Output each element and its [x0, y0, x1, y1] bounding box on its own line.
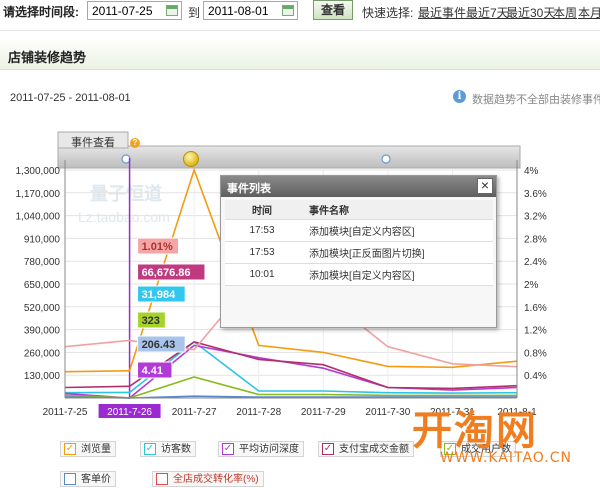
y-tick-label-left: 390,000	[24, 326, 61, 337]
panel-title: 店铺装修趋势	[8, 50, 87, 65]
legend-label: 全店成交转化率(%)	[173, 474, 259, 485]
y-tick-label-left: 520,000	[24, 303, 61, 314]
calendar-icon[interactable]	[166, 5, 178, 16]
trend-note: 数据趋势不全部由装修事件	[472, 94, 600, 106]
legend-label: 支付宝成交金额	[339, 444, 409, 455]
event-name: 添加模块[自定义内容区]	[299, 219, 493, 242]
end-date-value: 2011-08-01	[208, 4, 269, 18]
info-icon: i	[453, 90, 466, 103]
event-knob	[183, 151, 199, 167]
table-row[interactable]: 17:53 添加模块[自定义内容区]	[225, 219, 493, 242]
legend-label: 客单价	[81, 474, 111, 485]
table-header-row: 时间 事件名称	[225, 200, 493, 220]
y-tick-label-left: 1,040,000	[16, 212, 61, 223]
event-list-popup: 事件列表 × 时间 事件名称 17:53 添加模块[自定义内容区] 17:53 …	[220, 175, 497, 328]
legend-item[interactable]: 客单价	[60, 471, 116, 487]
event-time: 17:53	[225, 241, 299, 264]
quick-select-label: 快速选择:	[362, 6, 414, 20]
watermark-logo-text: 开淘网	[412, 408, 538, 454]
y-tick-label-left: 1,170,000	[16, 189, 61, 200]
y-tick-label-right: 1.6%	[524, 303, 547, 314]
popup-title: 事件列表	[221, 176, 496, 197]
y-tick-label-right: 4%	[524, 166, 539, 177]
y-tick-label-left: 1,300,000	[16, 166, 61, 177]
y-tick-label-right: 0.8%	[524, 348, 547, 359]
quick-link-this-week[interactable]: 本周	[553, 4, 577, 21]
y-tick-label-right: 1.2%	[524, 326, 547, 337]
y-tick-label-left: 260,000	[24, 348, 61, 359]
y-tick-label-right: 3.6%	[524, 189, 547, 200]
y-tick-label-left: 650,000	[24, 280, 61, 291]
legend-label: 浏览量	[81, 444, 111, 455]
y-tick-label-right: 0.4%	[524, 371, 547, 382]
site-watermark: 开淘网 WWW.KAITAO.CN	[400, 398, 600, 484]
event-name: 添加模块[正反面图片切换]	[299, 241, 493, 264]
query-button[interactable]: 查看	[313, 0, 353, 20]
y-tick-label-left: 910,000	[24, 234, 61, 245]
close-icon[interactable]: ×	[477, 178, 493, 194]
quick-link-last-30-days[interactable]: 最近30天	[506, 4, 555, 21]
point-label: 206.43	[142, 339, 176, 351]
quick-link-this-month[interactable]: 本月	[578, 4, 600, 21]
x-tick-label: 2011-7-29	[301, 407, 346, 418]
legend-checkbox[interactable]	[156, 473, 168, 485]
legend-checkbox[interactable]: ✓	[322, 443, 334, 455]
event-time: 10:01	[225, 263, 299, 286]
y-tick-label-left: 130,000	[24, 371, 61, 382]
calendar-icon[interactable]	[282, 5, 294, 16]
panel-header: 店铺装修趋势	[0, 38, 600, 70]
quick-link-recent-events[interactable]: 最近事件	[418, 4, 466, 21]
divider	[0, 30, 600, 31]
x-tick-label: 2011-7-25	[43, 407, 88, 418]
legend-checkbox[interactable]	[64, 473, 76, 485]
legend-checkbox[interactable]: ✓	[144, 443, 156, 455]
event-marker	[121, 154, 131, 164]
point-label: 1.01%	[142, 241, 173, 253]
legend-label: 访客数	[161, 444, 191, 455]
event-time: 17:53	[225, 219, 299, 242]
event-table: 时间 事件名称 17:53 添加模块[自定义内容区] 17:53 添加模块[正反…	[225, 200, 493, 286]
point-label: 4.41	[142, 365, 163, 377]
legend-checkbox[interactable]: ✓	[222, 443, 234, 455]
event-name: 添加模块[自定义内容区]	[299, 263, 493, 286]
to-label: 到	[188, 6, 201, 20]
filter-bar: 请选择时间段: 2011-07-25 到 2011-08-01 查看 快速选择:…	[0, 0, 600, 22]
legend-checkbox[interactable]: ✓	[64, 443, 76, 455]
watermark-url: WWW.KAITAO.CN	[440, 450, 572, 466]
filter-label: 请选择时间段:	[3, 5, 79, 19]
start-date-input[interactable]: 2011-07-25	[87, 1, 182, 20]
start-date-value: 2011-07-25	[92, 4, 153, 18]
y-tick-label-left: 780,000	[24, 257, 61, 268]
table-row[interactable]: 17:53 添加模块[正反面图片切换]	[225, 241, 493, 264]
y-tick-label-right: 2%	[524, 280, 539, 291]
x-tick-label: 2011-7-27	[172, 407, 217, 418]
y-tick-label-right: 2.8%	[524, 234, 547, 245]
chart-watermark: 量子恒道	[90, 183, 162, 204]
end-date-input[interactable]: 2011-08-01	[203, 1, 298, 20]
y-tick-label-right: 2.4%	[524, 257, 547, 268]
quick-link-last-7-days[interactable]: 最近7天	[466, 4, 509, 21]
col-event-name: 事件名称	[299, 200, 493, 220]
legend-item[interactable]: 全店成交转化率(%)	[152, 471, 264, 487]
point-label: 31,984	[142, 289, 177, 301]
col-time: 时间	[225, 200, 299, 220]
legend-item[interactable]: ✓ 访客数	[140, 441, 196, 457]
date-range-text: 2011-07-25 - 2011-08-01	[10, 92, 131, 104]
help-icon[interactable]: ?	[130, 138, 140, 148]
x-tick-label-selected: 2011-7-26	[107, 407, 152, 418]
point-label: 66,676.86	[142, 267, 191, 279]
event-marker	[381, 154, 391, 164]
legend-item[interactable]: ✓ 浏览量	[60, 441, 116, 457]
legend-item[interactable]: ✓ 平均访问深度	[218, 441, 304, 457]
point-label: 323	[142, 315, 160, 327]
table-row[interactable]: 10:01 添加模块[自定义内容区]	[225, 263, 493, 286]
chart-watermark-url: Lz.taobao.com	[78, 209, 170, 225]
event-bar-label: 事件查看	[71, 137, 115, 149]
y-tick-label-right: 3.2%	[524, 212, 547, 223]
legend-label: 平均访问深度	[239, 444, 299, 455]
x-tick-label: 2011-7-28	[236, 407, 281, 418]
